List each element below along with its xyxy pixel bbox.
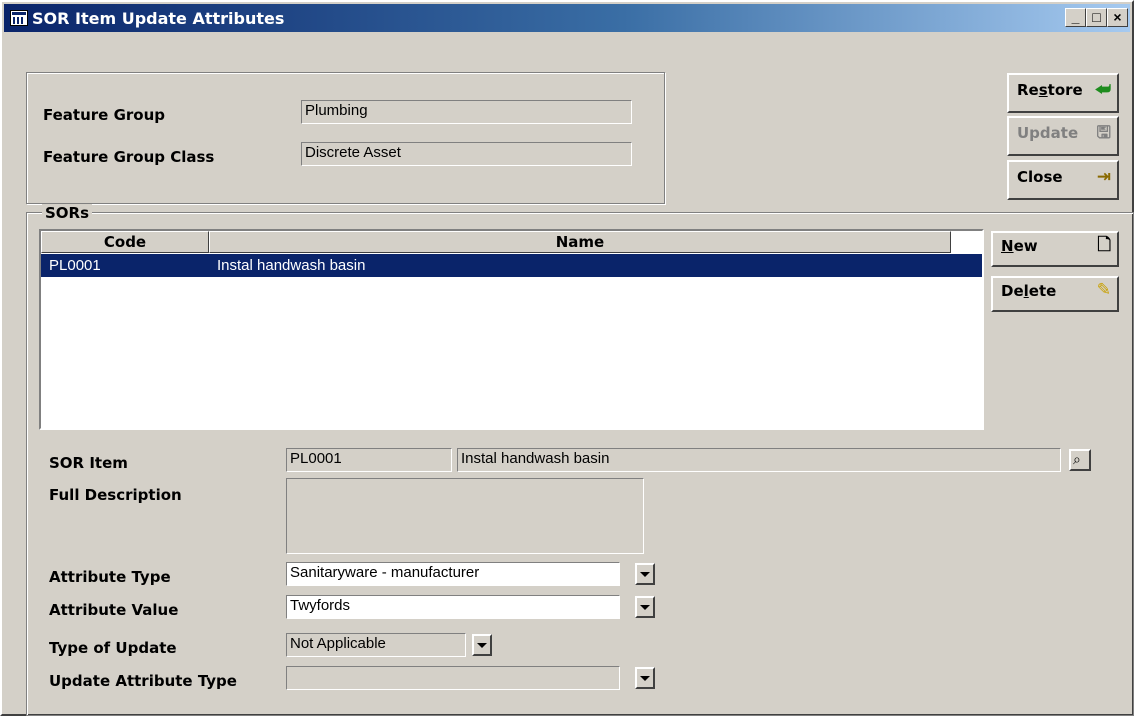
delete-button[interactable]: Delete ✎ [991, 276, 1119, 312]
column-header-code[interactable]: Code [41, 231, 209, 253]
delete-button-label: Delete [1001, 282, 1057, 300]
update-attribute-type-select[interactable] [286, 666, 620, 690]
feature-group-frame [26, 72, 665, 204]
title-bar[interactable]: SOR Item Update Attributes _ □ × [4, 4, 1130, 32]
new-button[interactable]: New 🗋 [991, 231, 1119, 267]
update-button-label: Update [1017, 124, 1079, 142]
type-of-update-label: Type of Update [49, 639, 177, 657]
new-button-label: New [1001, 237, 1038, 255]
feature-group-field: Plumbing [301, 100, 632, 124]
restore-button[interactable]: Restore ⮨ [1007, 73, 1119, 113]
dialog-window: SOR Item Update Attributes _ □ × Feature… [0, 0, 1134, 716]
feature-group-class-field: Discrete Asset [301, 142, 632, 166]
update-attribute-type-label: Update Attribute Type [49, 672, 237, 690]
maximize-button[interactable]: □ [1086, 8, 1107, 27]
minimize-button[interactable]: _ [1065, 8, 1086, 27]
full-description-field [286, 478, 644, 554]
lookup-button[interactable]: ⌕ [1069, 449, 1091, 471]
sor-item-code-field: PL0001 [286, 448, 452, 472]
sor-item-name-field: Instal handwash basin [457, 448, 1061, 472]
table-cell-code: PL0001 [49, 257, 101, 274]
attribute-value-label: Attribute Value [49, 601, 179, 619]
column-header-name[interactable]: Name [209, 231, 951, 253]
sor-table[interactable]: Code Name PL0001 Instal handwash basin [39, 229, 984, 430]
sor-item-label: SOR Item [49, 454, 128, 472]
magnifier-icon: ⌕ [1073, 451, 1081, 467]
close-window-button[interactable]: × [1107, 8, 1128, 27]
type-of-update-select[interactable]: Not Applicable [286, 633, 466, 657]
update-button[interactable]: Update 🖫 [1007, 116, 1119, 156]
attribute-value-dropdown-arrow[interactable] [635, 596, 655, 618]
eraser-icon: ✎ [1096, 280, 1111, 300]
feature-group-class-label: Feature Group Class [43, 148, 215, 166]
arrow-back-icon: ⮨ [1095, 80, 1111, 100]
table-row[interactable]: PL0001 Instal handwash basin [41, 254, 982, 277]
attribute-value-select[interactable]: Twyfords [286, 595, 620, 619]
table-cell-name: Instal handwash basin [217, 257, 366, 274]
update-attribute-type-dropdown-arrow[interactable] [635, 667, 655, 689]
type-of-update-dropdown-arrow[interactable] [472, 634, 492, 656]
floppy-disk-icon: 🖫 [1096, 123, 1111, 143]
app-window-icon [10, 10, 28, 26]
window-title: SOR Item Update Attributes [32, 9, 285, 28]
feature-group-label: Feature Group [43, 106, 166, 124]
attribute-type-dropdown-arrow[interactable] [635, 563, 655, 585]
attribute-type-select[interactable]: Sanitaryware - manufacturer [286, 562, 620, 586]
restore-button-label: Restore [1017, 81, 1083, 99]
full-description-label: Full Description [49, 486, 182, 504]
door-exit-icon: ⇥ [1096, 167, 1111, 187]
sors-section-title: SORs [42, 204, 93, 222]
close-button[interactable]: Close ⇥ [1007, 160, 1119, 200]
close-button-label: Close [1017, 168, 1063, 186]
blank-page-icon: 🗋 [1097, 235, 1111, 255]
attribute-type-label: Attribute Type [49, 568, 171, 586]
